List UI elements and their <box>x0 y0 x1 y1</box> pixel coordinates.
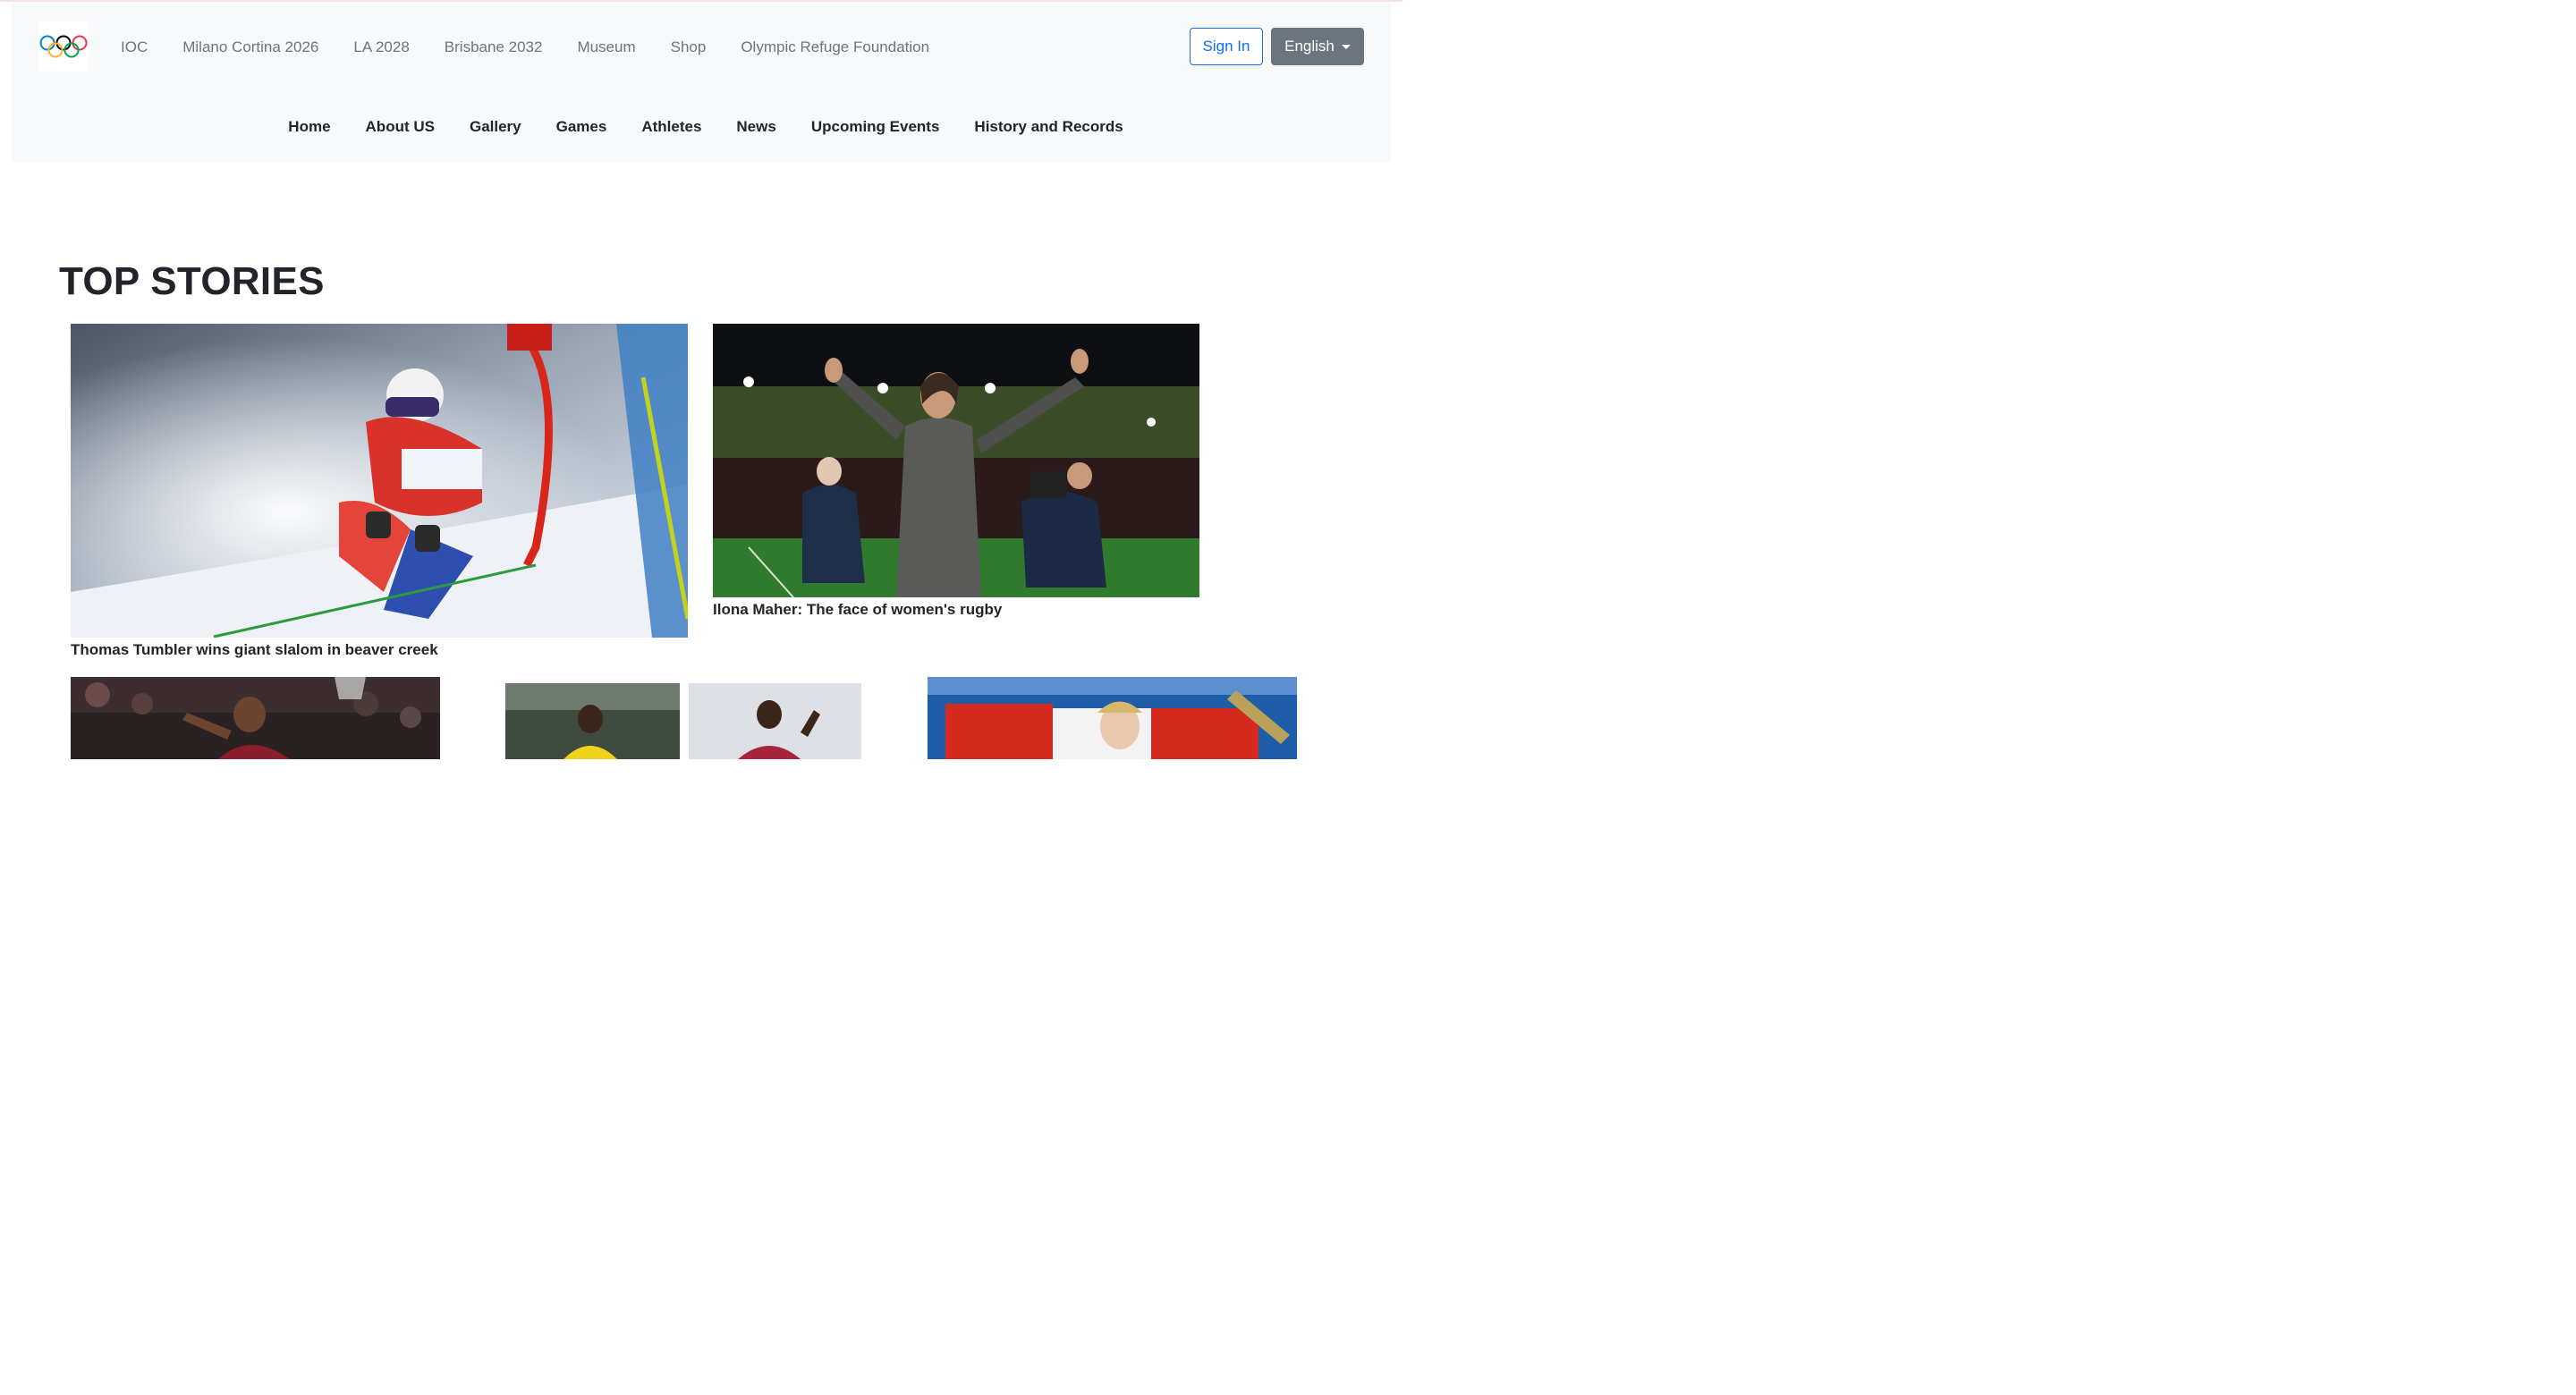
olympic-rings-icon <box>39 35 88 58</box>
util-link-milano-cortina-2026[interactable]: Milano Cortina 2026 <box>182 38 318 57</box>
main-nav: Home About US Gallery Games Athletes New… <box>12 117 1391 137</box>
util-link-olympic-refuge-foundation[interactable]: Olympic Refuge Foundation <box>741 38 929 57</box>
nav-news[interactable]: News <box>736 117 775 137</box>
language-label: English <box>1284 38 1335 55</box>
nav-gallery[interactable]: Gallery <box>470 117 521 137</box>
nav-about-us[interactable]: About US <box>366 117 435 137</box>
sign-in-button[interactable]: Sign In <box>1190 28 1263 65</box>
story-image-basketball[interactable] <box>71 677 440 759</box>
util-link-museum[interactable]: Museum <box>577 38 635 57</box>
story-caption-2[interactable]: Ilona Maher: The face of women's rugby <box>713 600 1002 620</box>
story-image-swimmer[interactable] <box>928 677 1297 759</box>
olympic-rings-logo[interactable] <box>38 21 89 72</box>
swimmer-with-flag-photo <box>928 677 1297 759</box>
nav-history-and-records[interactable]: History and Records <box>974 117 1123 137</box>
story-image-rugby[interactable] <box>713 324 1199 597</box>
util-link-la-2028[interactable]: LA 2028 <box>353 38 409 57</box>
util-link-brisbane-2032[interactable]: Brisbane 2032 <box>445 38 543 57</box>
top-stories-title: TOP STORIES <box>59 259 325 303</box>
language-dropdown[interactable]: English <box>1271 28 1364 65</box>
site-header: IOC Milano Cortina 2026 LA 2028 Brisbane… <box>12 2 1391 162</box>
util-link-shop[interactable]: Shop <box>671 38 707 57</box>
story-image-skier[interactable] <box>71 324 688 638</box>
story-image-runners[interactable] <box>505 683 861 759</box>
nav-games[interactable]: Games <box>556 117 607 137</box>
story-caption-1[interactable]: Thomas Tumbler wins giant slalom in beav… <box>71 640 438 660</box>
nav-home[interactable]: Home <box>288 117 330 137</box>
skier-photo <box>71 324 688 638</box>
util-link-ioc[interactable]: IOC <box>121 38 148 57</box>
sign-in-label: Sign In <box>1202 38 1250 55</box>
utility-nav: IOC Milano Cortina 2026 LA 2028 Brisbane… <box>121 38 964 57</box>
nav-upcoming-events[interactable]: Upcoming Events <box>811 117 940 137</box>
basketball-player-photo <box>71 677 440 759</box>
runners-photo <box>505 683 861 759</box>
caret-down-icon <box>1341 45 1351 49</box>
rugby-player-photo <box>713 324 1199 597</box>
nav-athletes[interactable]: Athletes <box>641 117 701 137</box>
